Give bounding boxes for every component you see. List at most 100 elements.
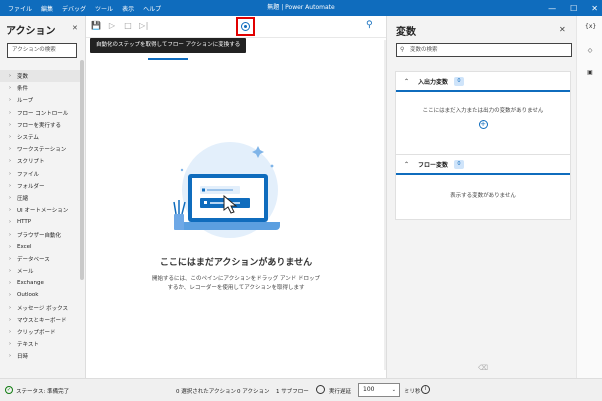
check-icon: ✓ — [5, 386, 13, 394]
io-variables-empty-text: ここにはまだ入力または出力の変数がありません — [422, 108, 544, 114]
close-icon[interactable]: ✕ — [591, 4, 598, 13]
action-category-item[interactable]: › ファイル — [0, 168, 80, 180]
eraser-icon[interactable]: ⌫ — [478, 364, 488, 372]
action-category-item[interactable]: › Excel — [0, 241, 80, 253]
search-icon: ⚲ — [400, 46, 405, 53]
action-category-item[interactable]: › UI オートメーション — [0, 204, 80, 216]
chevron-right-icon: › — [9, 146, 11, 153]
menu-help[interactable]: ヘルプ — [143, 4, 161, 13]
action-category-item[interactable]: › Exchange — [0, 277, 80, 289]
action-category-item[interactable]: › 日時 — [0, 350, 80, 362]
close-icon[interactable]: ✕ — [72, 24, 78, 32]
chevron-right-icon: › — [9, 121, 11, 128]
action-category-item[interactable]: › ループ — [0, 94, 80, 106]
layers-icon[interactable]: ◇ — [585, 46, 595, 56]
flow-variables-empty-text: 表示する変数がありません — [450, 193, 516, 199]
chevron-right-icon: › — [9, 182, 11, 189]
menu-view[interactable]: 表示 — [122, 4, 134, 13]
subflows-count[interactable]: 1 サブフロー — [276, 387, 309, 395]
empty-state-title: ここにはまだアクションがありません — [159, 258, 313, 268]
action-category-item[interactable]: › マウスとキーボード — [0, 314, 80, 326]
action-category-item[interactable]: › クリップボード — [0, 326, 80, 338]
run-icon[interactable]: ▷ — [107, 21, 117, 31]
empty-state-description: 開始するには、このペインにアクションをドラッグ アンド ドロップ するか、レコー… — [151, 276, 320, 291]
clock-icon — [316, 385, 325, 394]
recorder-button[interactable] — [236, 17, 255, 36]
action-category-item[interactable]: › データベース — [0, 253, 80, 265]
chevron-right-icon: › — [9, 353, 11, 360]
action-category-item[interactable]: › システム — [0, 131, 80, 143]
action-category-item[interactable]: › HTTP — [0, 216, 80, 228]
menu-file[interactable]: ファイル — [8, 4, 32, 13]
chevron-right-icon: › — [9, 268, 11, 275]
action-category-item[interactable]: › Outlook — [0, 289, 80, 301]
action-category-item[interactable]: › テキスト — [0, 338, 80, 350]
chevron-right-icon: › — [9, 134, 11, 141]
info-icon[interactable]: i — [421, 385, 430, 394]
menu-tools[interactable]: ツール — [95, 4, 113, 13]
chevron-right-icon: › — [9, 255, 11, 262]
count-badge: 0 — [454, 76, 465, 86]
chevron-right-icon: › — [9, 341, 11, 348]
chevron-right-icon: › — [9, 243, 11, 250]
close-icon[interactable]: ✕ — [559, 25, 566, 34]
chevron-down-icon: ⌄ — [391, 387, 396, 393]
variables-pane: 変数 ✕ ⚲ 変数の検索 ⌃ 入出力変数 0 ここにはまだ入力または出力の変数が… — [386, 16, 576, 378]
io-variables-header[interactable]: ⌃ 入出力変数 0 — [396, 72, 570, 92]
minimize-icon[interactable]: — — [548, 4, 556, 13]
save-icon[interactable]: 💾 — [91, 21, 101, 31]
canvas-toolbar: 💾 ▷ □ ▷∣ — [86, 16, 386, 38]
action-category-item[interactable]: › フォルダー — [0, 180, 80, 192]
chevron-right-icon: › — [9, 207, 11, 214]
chevron-right-icon: › — [9, 170, 11, 177]
run-delay-select[interactable]: 100 ⌄ — [358, 383, 400, 397]
action-category-list: › 変数 › 条件 › ループ › フロー コントロール › フローを実行する › システム… — [0, 70, 80, 363]
action-category-item[interactable]: › 変数 — [0, 70, 80, 83]
menu-bar: ファイル 編集 デバッグ ツール 表示 ヘルプ — [0, 4, 161, 13]
actions-pane: アクション ✕ アクションの検索 › 変数 › 条件 › ループ › フロー コントロー… — [0, 16, 86, 378]
window-controls: — ☐ ✕ — [548, 0, 598, 16]
title-bar: ファイル 編集 デバッグ ツール 表示 ヘルプ 無題 | Power Autom… — [0, 0, 602, 16]
chevron-right-icon: › — [9, 304, 11, 311]
image-icon[interactable]: ▣ — [585, 68, 595, 78]
chevron-right-icon: › — [9, 292, 11, 299]
main-tab-indicator[interactable] — [148, 58, 188, 60]
chevron-right-icon: › — [9, 329, 11, 336]
flow-variables-header[interactable]: ⌃ フロー変数 0 — [396, 155, 570, 175]
chevron-right-icon: › — [9, 97, 11, 104]
run-next-icon[interactable]: ▷∣ — [139, 21, 149, 31]
search-icon[interactable]: ⚲ — [366, 20, 373, 30]
action-category-item[interactable]: › フロー コントロール — [0, 107, 80, 119]
chevron-right-icon: › — [9, 109, 11, 116]
variables-pane-title: 変数 — [396, 27, 416, 38]
action-category-item[interactable]: › ブラウザー自動化 — [0, 228, 80, 240]
stop-icon[interactable]: □ — [123, 21, 133, 31]
recorder-tooltip: 自動化のステップを取得してフロー アクションに変換する — [90, 38, 247, 53]
menu-debug[interactable]: デバッグ — [62, 4, 86, 13]
action-category-item[interactable]: › 条件 — [0, 82, 80, 94]
action-category-item[interactable]: › ワークステーション — [0, 143, 80, 155]
chevron-right-icon: › — [9, 316, 11, 323]
action-category-item[interactable]: › 圧縮 — [0, 192, 80, 204]
action-category-item[interactable]: › スクリプト — [0, 155, 80, 167]
empty-illustration — [173, 142, 280, 238]
action-category-item[interactable]: › フローを実行する — [0, 119, 80, 131]
add-icon[interactable]: + — [478, 120, 488, 129]
selected-actions-count: 0 選択されたアクション — [176, 389, 236, 395]
run-delay-label: 実行遅延 — [329, 389, 352, 395]
chevron-right-icon: › — [9, 158, 11, 165]
actions-count: 0 アクション — [237, 389, 270, 395]
chevron-right-icon: › — [9, 73, 11, 80]
variables-search-input[interactable]: ⚲ 変数の検索 — [396, 43, 572, 57]
actions-pane-title: アクション — [6, 26, 56, 37]
variables-icon[interactable]: {x} — [585, 22, 596, 32]
chevron-right-icon: › — [9, 231, 11, 238]
maximize-icon[interactable]: ☐ — [570, 4, 577, 13]
actions-search-input[interactable]: アクションの検索 — [7, 43, 77, 58]
chevron-right-icon: › — [9, 194, 11, 201]
action-category-item[interactable]: › メール — [0, 265, 80, 277]
chevron-right-icon: › — [9, 280, 11, 287]
menu-edit[interactable]: 編集 — [41, 4, 53, 13]
action-category-item[interactable]: › メッセージ ボックス — [0, 302, 80, 314]
actions-scrollbar[interactable] — [80, 60, 84, 280]
